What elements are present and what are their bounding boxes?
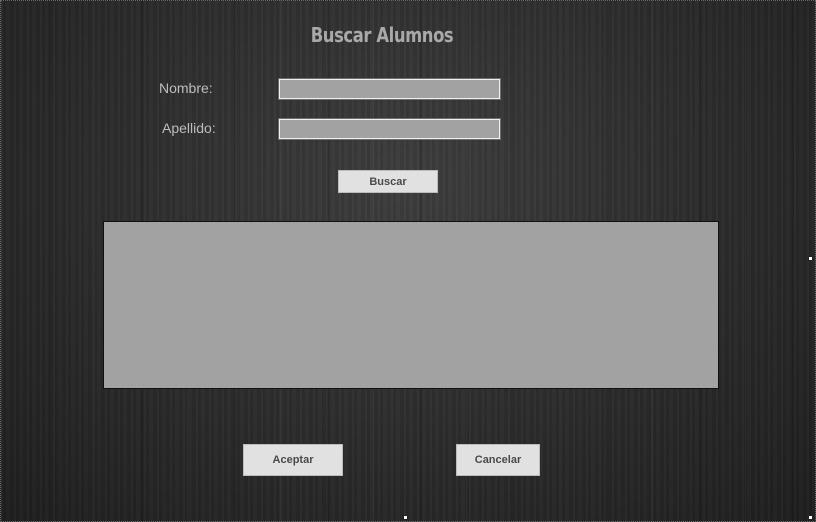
buscar-button[interactable]: Buscar [338,170,438,193]
nombre-label: Nombre: [159,80,213,96]
resize-handle-corner-icon[interactable] [808,515,813,520]
resize-handle-bottom-icon[interactable] [403,515,408,520]
apellido-input[interactable] [278,118,501,140]
cancelar-button[interactable]: Cancelar [456,444,540,476]
form-title: Buscar Alumnos [310,23,454,47]
nombre-input[interactable] [278,78,501,100]
resize-handle-right-icon[interactable] [808,256,813,261]
apellido-label: Apellido: [162,120,216,136]
search-students-form: Buscar Alumnos Nombre: Apellido: Buscar … [0,0,816,522]
results-grid[interactable] [103,221,719,389]
aceptar-button[interactable]: Aceptar [243,444,343,476]
